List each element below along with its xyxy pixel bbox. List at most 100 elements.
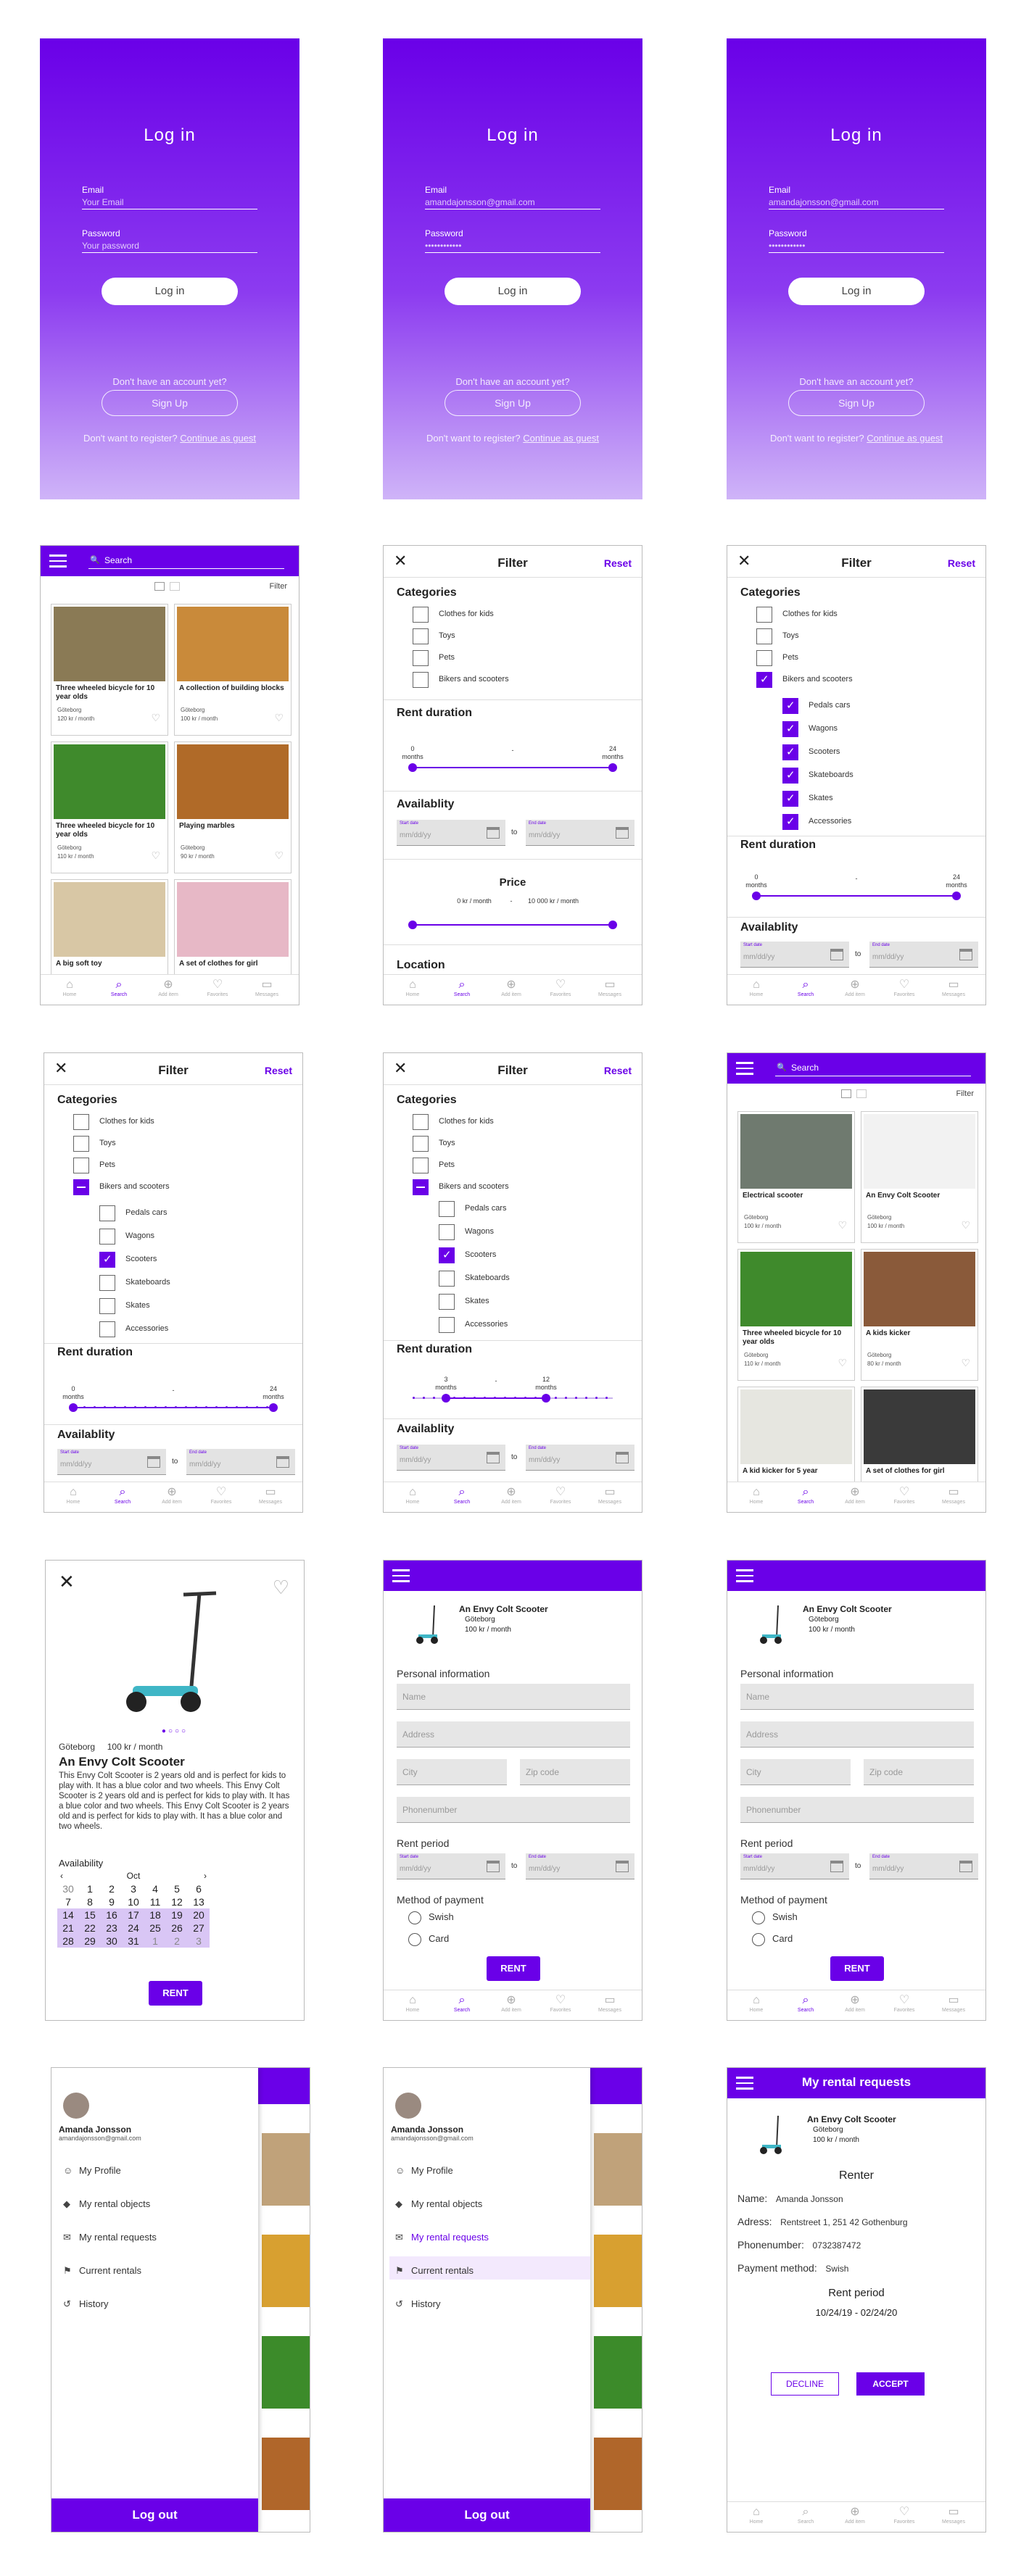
calendar-day[interactable]: 26 <box>166 1921 188 1935</box>
checkbox-cat-3[interactable] <box>413 672 429 688</box>
price-min-handle[interactable] <box>408 921 417 929</box>
tab-home[interactable]: ⌂ Home <box>735 2505 778 2525</box>
name-input[interactable]: Name <box>397 1684 630 1710</box>
password-field[interactable]: Password •••••••••••• <box>425 228 600 253</box>
name-input[interactable]: Name <box>740 1684 974 1710</box>
grid-view-icon[interactable] <box>154 582 165 591</box>
calendar-day[interactable]: 30 <box>101 1935 123 1948</box>
tab-home[interactable]: ⌂ Home <box>735 978 778 997</box>
zip-input[interactable]: Zip code <box>520 1759 630 1785</box>
start-date-input[interactable]: Start date mm/dd/yy <box>740 1853 849 1879</box>
tab-search[interactable]: ⌕ Search <box>784 1993 827 2013</box>
menu-item-history[interactable]: ↺ History <box>395 2298 440 2310</box>
calendar-day[interactable]: 8 <box>79 1895 101 1908</box>
hamburger-menu-icon[interactable] <box>392 1569 410 1582</box>
tab-search[interactable]: ⌕ Search <box>440 1993 484 2013</box>
phone-input[interactable]: Phonenumber <box>397 1797 630 1823</box>
accept-button[interactable]: ACCEPT <box>856 2372 925 2396</box>
calendar-day[interactable]: 7 <box>57 1895 79 1908</box>
heart-icon[interactable]: ♡ <box>838 1357 847 1369</box>
rent-duration-slider[interactable] <box>413 1394 613 1403</box>
checkbox-sub-4[interactable] <box>439 1294 455 1310</box>
item-card[interactable]: A kids kicker Göteborg 80 kr / month ♡ <box>861 1249 978 1381</box>
item-card[interactable]: Playing marbles Göteborg 90 kr / month ♡ <box>174 741 292 873</box>
checkbox-cat-1[interactable] <box>413 1136 429 1152</box>
menu-item-my-rental-requests[interactable]: ✉ My rental requests <box>395 2232 489 2243</box>
end-date-input[interactable]: End date mm/dd/yy <box>869 1853 978 1879</box>
start-date-input[interactable]: Start date mm/dd/yy <box>397 1445 505 1471</box>
end-date-input[interactable]: End date mm/dd/yy <box>526 1445 634 1471</box>
menu-item-my-profile[interactable]: ☺ My Profile <box>63 2165 121 2176</box>
tab-favorites[interactable]: ♡ Favorites <box>882 2505 926 2525</box>
calendar-day[interactable]: 4 <box>144 1882 166 1895</box>
checkbox-cat-3[interactable] <box>73 1179 89 1195</box>
menu-item-my-profile[interactable]: ☺ My Profile <box>395 2165 453 2176</box>
logout-button[interactable]: Log out <box>51 2498 258 2532</box>
calendar-day[interactable]: 14 <box>57 1908 79 1921</box>
rent-button[interactable]: RENT <box>830 1956 884 1981</box>
checkbox-cat-2[interactable] <box>756 650 772 666</box>
calendar-day[interactable]: 28 <box>57 1935 79 1948</box>
heart-icon[interactable]: ♡ <box>151 849 160 862</box>
checkbox-cat-0[interactable] <box>413 1114 429 1130</box>
tab-search[interactable]: ⌕ Search <box>784 1485 827 1505</box>
checkbox-sub-4[interactable] <box>782 791 798 807</box>
heart-icon[interactable]: ♡ <box>961 1357 970 1369</box>
tab-search[interactable]: ⌕ Search <box>784 2505 827 2525</box>
heart-icon[interactable]: ♡ <box>961 1219 970 1231</box>
tab-favorites[interactable]: ♡ Favorites <box>539 978 582 997</box>
calendar-day[interactable]: 30 <box>57 1882 79 1895</box>
tab-add-item[interactable]: ⊕ Add item <box>489 1993 533 2013</box>
menu-item-current-rentals[interactable]: ⚑ Current rentals <box>395 2265 474 2277</box>
end-date-input[interactable]: End date mm/dd/yy <box>869 942 978 968</box>
reset-button[interactable]: Reset <box>604 1065 632 1076</box>
calendar-day[interactable]: 2 <box>101 1882 123 1895</box>
rent-duration-slider[interactable] <box>408 763 617 772</box>
checkbox-sub-3[interactable] <box>439 1271 455 1287</box>
menu-item-current-rentals[interactable]: ⚑ Current rentals <box>63 2265 141 2277</box>
calendar-day[interactable]: 20 <box>188 1908 210 1921</box>
zip-input[interactable]: Zip code <box>864 1759 974 1785</box>
city-input[interactable]: City <box>740 1759 851 1785</box>
calendar-day[interactable]: 10 <box>123 1895 144 1908</box>
reset-button[interactable]: Reset <box>948 557 975 569</box>
filter-button[interactable]: Filter <box>956 1089 974 1098</box>
checkbox-sub-2[interactable] <box>439 1247 455 1263</box>
prev-month-icon[interactable]: ‹ <box>60 1871 63 1881</box>
calendar-day[interactable]: 25 <box>144 1921 166 1935</box>
email-field[interactable]: Email amandajonsson@gmail.com <box>769 185 944 209</box>
checkbox-sub-0[interactable] <box>99 1205 115 1221</box>
address-input[interactable]: Address <box>740 1721 974 1748</box>
calendar-day[interactable]: 6 <box>188 1882 210 1895</box>
calendar-day[interactable]: 3 <box>123 1882 144 1895</box>
calendar-day[interactable]: 17 <box>123 1908 144 1921</box>
hamburger-menu-icon[interactable] <box>49 554 67 568</box>
card-radio[interactable] <box>408 1933 421 1946</box>
tab-home[interactable]: ⌂ Home <box>391 1485 434 1505</box>
tab-search[interactable]: ⌕ Search <box>784 978 827 997</box>
signup-button[interactable]: Sign Up <box>788 390 925 416</box>
item-card[interactable]: A collection of building blocks Göteborg 1… <box>174 604 292 736</box>
tab-messages[interactable]: ▭ Messages <box>245 978 289 997</box>
rent-button[interactable]: RENT <box>149 1981 202 2006</box>
list-view-icon[interactable] <box>170 582 180 591</box>
item-card[interactable]: Three wheeled bicycle for 10 year olds Gö… <box>51 604 168 736</box>
tab-favorites[interactable]: ♡ Favorites <box>539 1485 582 1505</box>
item-card[interactable]: Electrical scooter Göteborg 100 kr / month… <box>737 1111 855 1243</box>
checkbox-sub-1[interactable] <box>99 1229 115 1245</box>
password-value[interactable]: •••••••••••• <box>425 239 600 252</box>
password-value[interactable]: Your password <box>82 239 257 252</box>
item-card[interactable]: Three wheeled bicycle for 10 year olds Gö… <box>51 741 168 873</box>
end-date-input[interactable]: End date mm/dd/yy <box>186 1449 295 1475</box>
heart-icon[interactable]: ♡ <box>838 1219 847 1231</box>
heart-icon[interactable]: ♡ <box>273 1576 289 1599</box>
checkbox-sub-4[interactable] <box>99 1298 115 1314</box>
rent-button[interactable]: RENT <box>487 1956 540 1981</box>
login-button[interactable]: Log in <box>102 278 238 305</box>
calendar-day[interactable]: 31 <box>123 1935 144 1948</box>
tab-add-item[interactable]: ⊕ Add item <box>833 1485 877 1505</box>
calendar-day[interactable]: 18 <box>144 1908 166 1921</box>
calendar-day[interactable]: 1 <box>79 1882 101 1895</box>
calendar-day[interactable]: 24 <box>123 1921 144 1935</box>
swish-radio[interactable] <box>752 1911 765 1924</box>
